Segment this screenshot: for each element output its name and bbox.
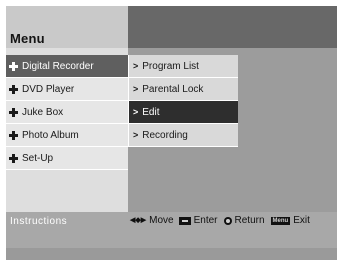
enter-hint: Enter xyxy=(193,215,218,226)
menu-item-juke-box[interactable]: Juke Box xyxy=(6,101,128,124)
diamond-bullet-icon xyxy=(9,84,18,94)
exit-hint: Exit xyxy=(293,215,310,226)
arrow-keys-icon: ◀◆▶ xyxy=(130,217,147,224)
menu-item-label: Set-Up xyxy=(22,152,54,164)
menu-item-label: Juke Box xyxy=(22,106,64,118)
menu-item-dvd-player[interactable]: DVD Player xyxy=(6,78,128,101)
submenu-item-recording[interactable]: > Recording xyxy=(128,124,238,147)
menu-item-label: Photo Album xyxy=(22,129,79,141)
bottom-band xyxy=(6,248,337,260)
diamond-bullet-icon xyxy=(9,107,18,117)
enter-key-icon xyxy=(178,216,191,225)
osd-menu-frame: Menu Digital Recorder DVD Player Juke Bo… xyxy=(6,6,337,260)
chevron-right-icon: > xyxy=(133,107,139,117)
move-hint: Move xyxy=(149,215,174,226)
submenu-item-label: Edit xyxy=(142,106,160,118)
menu-item-photo-album[interactable]: Photo Album xyxy=(6,124,128,147)
menu-key-icon: Menu xyxy=(270,216,291,225)
submenu-item-parental-lock[interactable]: > Parental Lock xyxy=(128,78,238,101)
diamond-bullet-icon xyxy=(9,153,18,163)
chevron-right-icon: > xyxy=(133,130,139,140)
diamond-bullet-icon xyxy=(9,61,18,71)
menu-title: Menu xyxy=(10,31,45,46)
sub-menu: > Program List > Parental Lock > Edit > … xyxy=(128,55,238,147)
return-key-icon xyxy=(223,216,232,225)
diamond-bullet-icon xyxy=(9,130,18,140)
menu-item-set-up[interactable]: Set-Up xyxy=(6,147,128,170)
main-menu: Digital Recorder DVD Player Juke Box Pho… xyxy=(6,55,128,170)
menu-item-digital-recorder[interactable]: Digital Recorder xyxy=(6,55,128,78)
submenu-item-program-list[interactable]: > Program List xyxy=(128,55,238,78)
menu-item-label: Digital Recorder xyxy=(22,60,94,72)
submenu-item-label: Recording xyxy=(142,129,188,141)
submenu-item-label: Program List xyxy=(142,60,199,72)
submenu-item-edit[interactable]: > Edit xyxy=(128,101,238,124)
chevron-right-icon: > xyxy=(133,61,139,71)
submenu-item-label: Parental Lock xyxy=(142,83,204,95)
instructions-text: ◀◆▶ Move Enter Return Menu Exit xyxy=(130,215,313,226)
screen: Menu Digital Recorder DVD Player Juke Bo… xyxy=(0,0,342,263)
menu-item-label: DVD Player xyxy=(22,83,75,95)
chevron-right-icon: > xyxy=(133,84,139,94)
return-hint: Return xyxy=(234,215,265,226)
instructions-label: Instructions xyxy=(10,216,68,227)
